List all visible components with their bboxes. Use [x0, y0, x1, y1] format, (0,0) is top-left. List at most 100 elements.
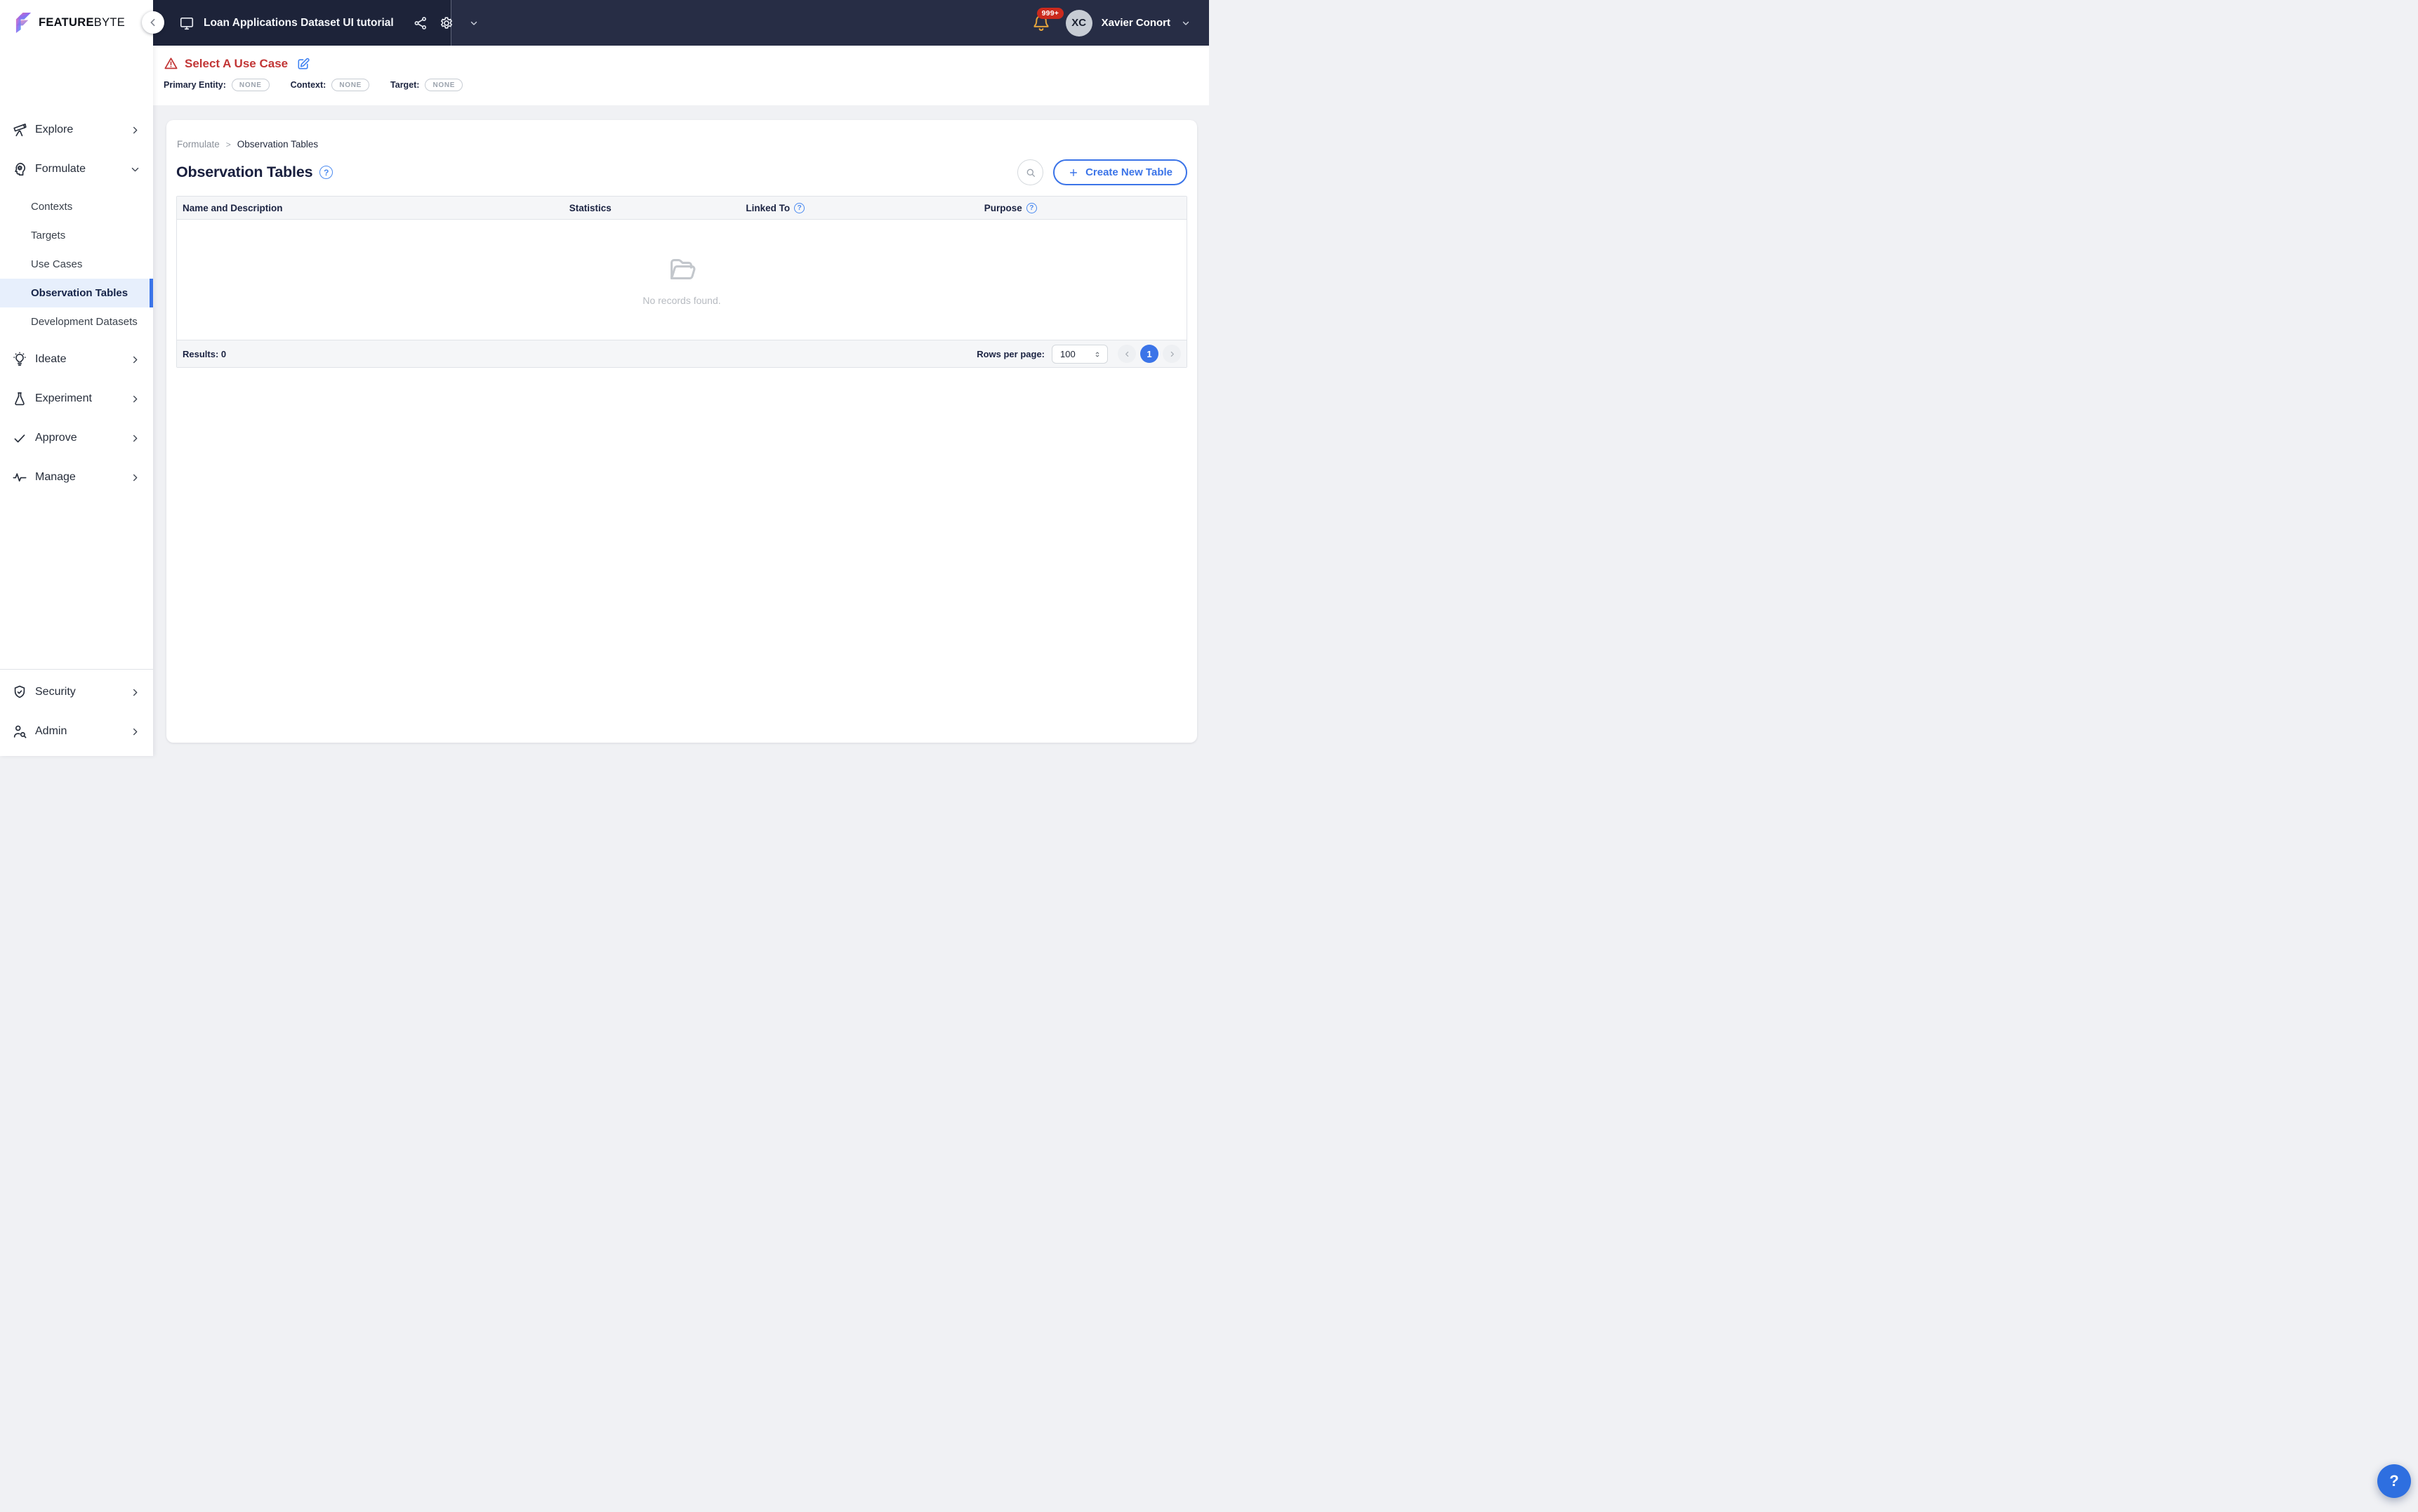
chevron-right-icon	[130, 125, 140, 135]
sidebar-item-label: Ideate	[35, 353, 67, 365]
breadcrumb: Formulate > Observation Tables	[176, 120, 1187, 150]
table-header-row: Name and Description Statistics Linked To?…	[177, 197, 1187, 220]
sidebar-sublist-formulate: Contexts Targets Use Cases Observation Tabl…	[0, 192, 153, 336]
none-badge: NONE	[425, 79, 463, 91]
create-new-table-button[interactable]: Create New Table	[1053, 159, 1187, 185]
observation-tables-card: Formulate > Observation Tables Observati…	[166, 120, 1197, 743]
next-page-button[interactable]	[1163, 345, 1181, 363]
breadcrumb-parent[interactable]: Formulate	[177, 139, 220, 150]
column-header-purpose: Purpose?	[979, 197, 1187, 219]
app-root: FEATUREBYTE Explore Formulate Contexts Targ…	[0, 0, 1209, 756]
none-badge: NONE	[231, 79, 270, 91]
head-gear-icon	[12, 161, 27, 177]
content-area: Formulate > Observation Tables Observati…	[153, 105, 1209, 756]
table-empty-state: No records found.	[177, 220, 1187, 340]
sidebar-item-approve[interactable]: Approve	[0, 422, 153, 454]
sidebar-item-label: Security	[35, 686, 76, 698]
field-label: Target:	[390, 80, 420, 90]
chevron-left-icon	[1125, 351, 1128, 357]
sidebar-item-targets[interactable]: Targets	[0, 221, 153, 250]
empty-state-text: No records found.	[642, 295, 721, 306]
sidebar-item-label: Admin	[35, 725, 67, 737]
sidebar-nav: Explore Formulate Contexts Targets Use Cases…	[0, 114, 153, 493]
shield-check-icon	[12, 684, 27, 700]
sidebar-item-experiment[interactable]: Experiment	[0, 383, 153, 415]
use-case-banner: Select A Use Case Primary Entity: NONE Con…	[153, 46, 1209, 105]
page-title: Observation Tables	[176, 164, 313, 180]
project-menu-button[interactable]	[469, 18, 479, 28]
user-search-icon	[12, 724, 27, 739]
warning-triangle-icon	[164, 56, 178, 71]
chevron-left-icon	[150, 18, 155, 27]
use-case-field-context: Context: NONE	[290, 79, 370, 91]
sidebar-subitem-label: Development Datasets	[31, 316, 138, 328]
field-label: Context:	[290, 80, 326, 90]
project-title: Loan Applications Dataset UI tutorial	[204, 16, 394, 29]
chevron-right-icon	[130, 394, 140, 404]
column-header-label: Purpose	[984, 202, 1022, 213]
gear-icon	[439, 15, 454, 31]
lightbulb-icon	[12, 352, 27, 367]
share-button[interactable]	[413, 15, 428, 31]
chevron-right-icon	[130, 433, 140, 444]
column-header-linked-to: Linked To?	[740, 197, 978, 219]
user-name: Xavier Conort	[1101, 17, 1170, 29]
search-icon	[1026, 168, 1035, 177]
monitor-icon	[179, 15, 194, 31]
use-case-fields: Primary Entity: NONE Context: NONE Target: NO…	[164, 79, 1209, 91]
use-case-field-primary-entity: Primary Entity: NONE	[164, 79, 270, 91]
use-case-warning-text: Select A Use Case	[185, 56, 289, 70]
sidebar-item-use-cases[interactable]: Use Cases	[0, 250, 153, 279]
user-menu-button[interactable]	[1181, 18, 1191, 28]
topbar: Loan Applications Dataset UI tutorial 99…	[142, 0, 1209, 46]
check-icon	[12, 430, 27, 446]
column-header-label: Statistics	[569, 202, 612, 213]
chevron-right-icon	[130, 727, 140, 737]
chevron-down-icon	[1181, 18, 1191, 28]
rows-per-page-label: Rows per page:	[977, 348, 1045, 359]
sidebar-item-security[interactable]: Security	[0, 676, 153, 708]
use-case-field-target: Target: NONE	[390, 79, 463, 91]
help-fab[interactable]: ?	[2377, 1464, 2411, 1498]
brand-wordmark: FEATUREBYTE	[39, 16, 126, 29]
sidebar-item-contexts[interactable]: Contexts	[0, 192, 153, 221]
sidebar-item-explore[interactable]: Explore	[0, 114, 153, 146]
help-circle-icon[interactable]: ?	[794, 202, 805, 213]
column-header-label: Name and Description	[183, 202, 283, 213]
featurebyte-logo-icon	[15, 13, 32, 33]
topbar-right: 999+ XC Xavier Conort	[1032, 7, 1209, 37]
sidebar-item-label: Experiment	[35, 392, 92, 404]
sidebar-subitem-label: Observation Tables	[31, 287, 128, 299]
notification-badge: 999+	[1036, 7, 1064, 19]
rows-per-page-select[interactable]: 100	[1052, 344, 1108, 364]
create-new-table-label: Create New Table	[1085, 166, 1172, 178]
sidebar-subitem-label: Targets	[31, 230, 66, 241]
chevron-right-icon	[1170, 351, 1174, 357]
sidebar-item-label: Explore	[35, 124, 74, 135]
sidebar-item-formulate[interactable]: Formulate	[0, 153, 153, 185]
sidebar-item-ideate[interactable]: Ideate	[0, 343, 153, 376]
sidebar-item-admin[interactable]: Admin	[0, 715, 153, 748]
pagination: Rows per page: 100 1	[977, 344, 1181, 364]
notifications-button[interactable]: 999+	[1032, 7, 1064, 34]
use-case-title-row: Select A Use Case	[164, 56, 1209, 71]
page-number-button[interactable]: 1	[1140, 345, 1158, 363]
help-circle-icon[interactable]: ?	[319, 166, 333, 179]
sidebar-item-label: Formulate	[35, 163, 86, 175]
folder-open-icon	[664, 253, 699, 286]
help-circle-icon[interactable]: ?	[1026, 202, 1037, 213]
search-button[interactable]	[1017, 159, 1044, 185]
plus-icon	[1070, 168, 1078, 176]
avatar[interactable]: XC	[1065, 9, 1092, 37]
sidebar-item-observation-tables[interactable]: Observation Tables	[0, 279, 153, 307]
sidebar-item-development-datasets[interactable]: Development Datasets	[0, 307, 153, 336]
settings-button[interactable]	[439, 15, 454, 31]
sidebar-item-label: Manage	[35, 471, 76, 483]
chevron-down-icon	[469, 18, 479, 28]
edit-use-case-button[interactable]	[296, 57, 310, 71]
page-title-row: Observation Tables ? Create New Table	[176, 159, 1187, 185]
previous-page-button[interactable]	[1118, 345, 1136, 363]
sidebar-item-manage[interactable]: Manage	[0, 461, 153, 493]
sidebar-subitem-label: Use Cases	[31, 258, 83, 270]
sidebar-collapse-button[interactable]	[142, 11, 164, 34]
